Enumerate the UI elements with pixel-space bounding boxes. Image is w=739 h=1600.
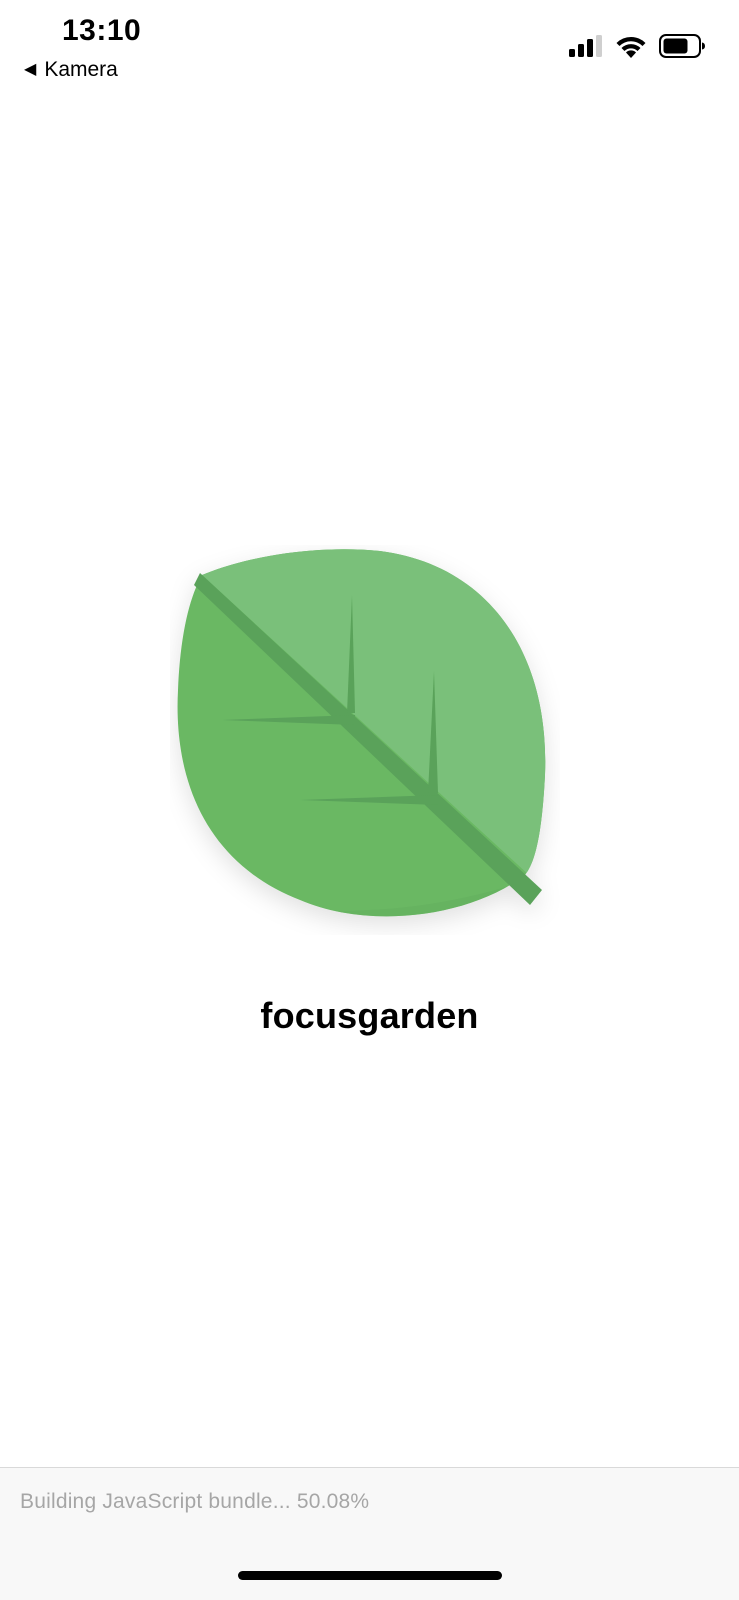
wifi-icon (616, 36, 646, 58)
back-label: Kamera (44, 58, 118, 81)
loading-banner: Building JavaScript bundle... 50.08% (0, 1467, 739, 1600)
battery-icon (659, 34, 705, 58)
triangle-left-icon: ◀ (24, 61, 37, 78)
cellular-signal-icon (569, 35, 602, 57)
splash-screen: 13:10 ◀ Kamera focusgarden Building Java… (0, 0, 739, 1600)
loading-status-text: Building JavaScript bundle... 50.08% (20, 1490, 370, 1513)
status-icons (569, 34, 705, 58)
home-indicator[interactable] (238, 1571, 502, 1580)
leaf-icon (177, 549, 546, 917)
app-name: focusgarden (260, 995, 479, 1036)
back-to-camera-button[interactable]: ◀ Kamera (24, 58, 118, 82)
status-time: 13:10 (62, 14, 142, 47)
